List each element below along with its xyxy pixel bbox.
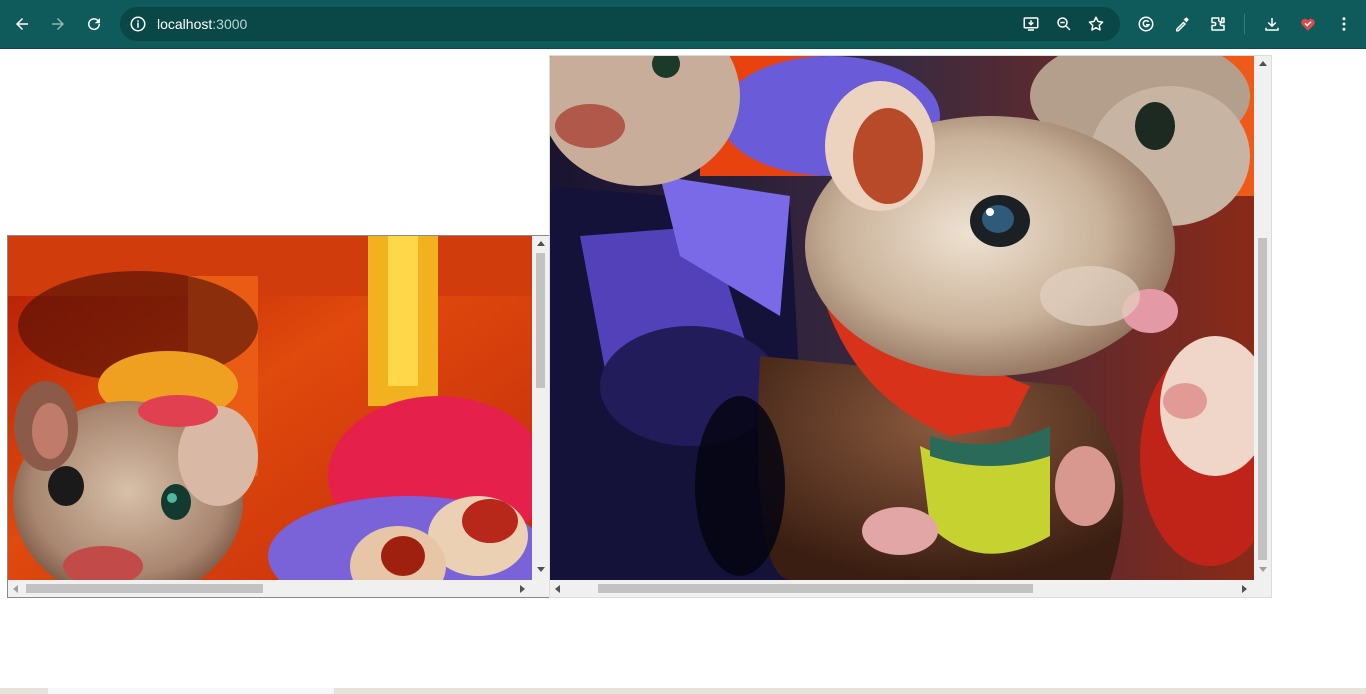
grammarly-icon[interactable] bbox=[1134, 12, 1158, 36]
scroll-up-arrow-icon[interactable] bbox=[537, 241, 545, 246]
scroll-left-arrow-icon[interactable] bbox=[13, 585, 18, 593]
zoom-icon[interactable] bbox=[1055, 15, 1073, 33]
right-image-viewport bbox=[550, 56, 1254, 580]
eyedropper-icon[interactable] bbox=[1170, 12, 1194, 36]
url-port: :3000 bbox=[212, 16, 248, 32]
scroll-up-arrow-icon[interactable] bbox=[1259, 61, 1267, 66]
taskbar-item[interactable] bbox=[48, 688, 334, 694]
address-bar[interactable]: localhost:3000 bbox=[120, 7, 1120, 41]
right-vertical-scroll-thumb[interactable] bbox=[1258, 238, 1267, 560]
kebab-menu-icon[interactable] bbox=[1332, 12, 1356, 36]
scroll-down-arrow-icon[interactable] bbox=[537, 567, 545, 572]
left-vertical-scroll-thumb[interactable] bbox=[536, 253, 545, 388]
browser-toolbar: localhost:3000 bbox=[0, 0, 1366, 49]
right-vertical-scrollbar[interactable] bbox=[1254, 56, 1271, 580]
url-text[interactable]: localhost:3000 bbox=[157, 16, 247, 32]
scroll-down-arrow-icon[interactable] bbox=[1259, 567, 1267, 572]
heart-extension-icon[interactable] bbox=[1296, 12, 1320, 36]
back-arrow-icon[interactable] bbox=[10, 12, 34, 36]
site-info-icon[interactable] bbox=[129, 15, 147, 33]
toolbar-separator bbox=[1244, 14, 1245, 34]
bookmark-star-icon[interactable] bbox=[1087, 15, 1105, 33]
left-horizontal-scrollbar[interactable] bbox=[8, 580, 532, 597]
extensions-icon[interactable] bbox=[1206, 12, 1230, 36]
scroll-right-arrow-icon[interactable] bbox=[1242, 585, 1247, 593]
download-icon[interactable] bbox=[1260, 12, 1284, 36]
mouse-photo-right bbox=[550, 56, 1254, 580]
url-host: localhost bbox=[157, 16, 213, 32]
install-app-icon[interactable] bbox=[1022, 15, 1040, 33]
left-image-viewport bbox=[8, 236, 532, 580]
mouse-photo-left bbox=[8, 236, 532, 580]
left-vertical-scrollbar[interactable] bbox=[532, 236, 549, 580]
scroll-right-arrow-icon[interactable] bbox=[520, 585, 525, 593]
left-image-scroll-frame[interactable] bbox=[7, 235, 550, 598]
left-horizontal-scroll-thumb[interactable] bbox=[26, 584, 263, 593]
scroll-left-arrow-icon[interactable] bbox=[555, 585, 560, 593]
right-image-scroll-frame[interactable] bbox=[549, 55, 1272, 598]
right-horizontal-scrollbar[interactable] bbox=[550, 580, 1254, 597]
reload-icon[interactable] bbox=[82, 12, 106, 36]
forward-arrow-icon[interactable] bbox=[46, 12, 70, 36]
right-horizontal-scroll-thumb[interactable] bbox=[598, 584, 1033, 593]
